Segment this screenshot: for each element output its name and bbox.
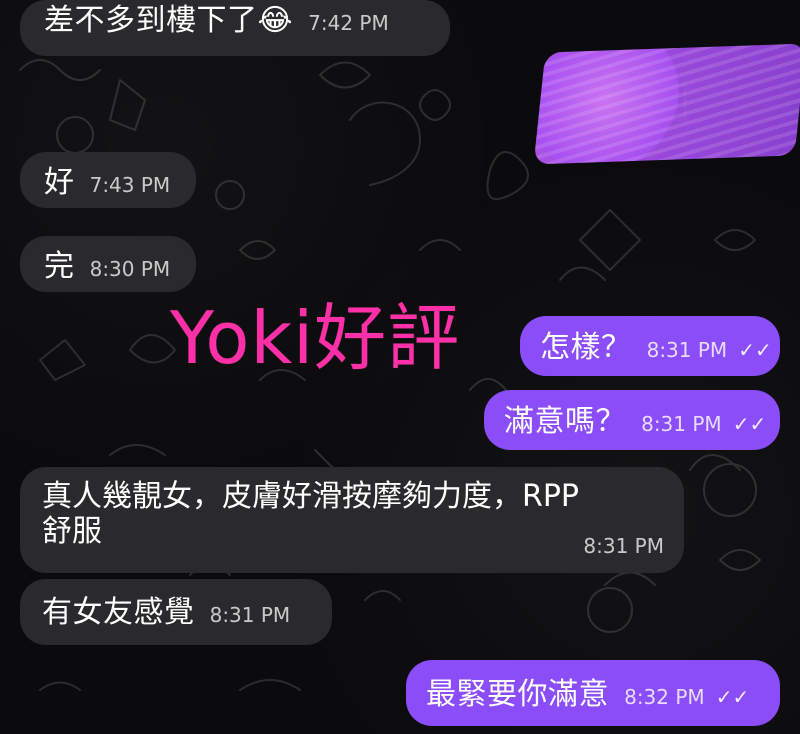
message-text: 完	[44, 249, 75, 284]
message-time: 7:42 PM	[308, 11, 389, 35]
message-text-line-2: 舒服	[42, 514, 102, 550]
message-time: 8:31 PM	[646, 338, 728, 362]
message-text: 有女友感覺	[42, 595, 195, 630]
message-text: 好	[44, 165, 75, 200]
message-incoming-4: 真人幾靚女，皮膚好滑按摩夠力度，RPP 舒服 8:31 PM	[20, 467, 684, 573]
message-text: 差不多到樓下了😂	[44, 3, 294, 38]
redaction-mark	[533, 43, 800, 165]
message-outgoing-1: 怎樣？ 8:31 PM ✓✓	[520, 316, 780, 376]
watermark-text: Yoki好評	[170, 296, 461, 380]
message-incoming-5: 有女友感覺 8:31 PM	[20, 579, 332, 645]
message-incoming-3: 完 8:30 PM	[20, 236, 196, 292]
double-check-icon: ✓✓	[715, 685, 750, 709]
message-outgoing-2: 滿意嗎？ 8:31 PM ✓✓	[484, 390, 780, 450]
message-time: 8:31 PM	[583, 534, 664, 558]
message-incoming-2: 好 7:43 PM	[20, 152, 196, 208]
redaction-scribble	[533, 43, 800, 165]
message-text: 最緊要你滿意	[426, 677, 609, 712]
message-time: 8:31 PM	[209, 603, 291, 627]
message-time: 8:32 PM	[624, 685, 705, 709]
message-text: 怎樣？	[540, 330, 632, 365]
message-outgoing-3: 最緊要你滿意 8:32 PM ✓✓	[406, 660, 780, 726]
message-text: 滿意嗎？	[504, 404, 626, 439]
message-text-line-1: 真人幾靚女，皮膚好滑按摩夠力度，RPP	[42, 479, 580, 514]
double-check-icon: ✓✓	[738, 338, 772, 362]
message-time: 8:31 PM	[641, 412, 722, 436]
double-check-icon: ✓✓	[732, 412, 767, 436]
message-time: 8:30 PM	[89, 257, 171, 281]
message-time: 7:43 PM	[89, 173, 171, 197]
message-incoming-1: 差不多到樓下了😂 7:42 PM	[20, 0, 450, 56]
